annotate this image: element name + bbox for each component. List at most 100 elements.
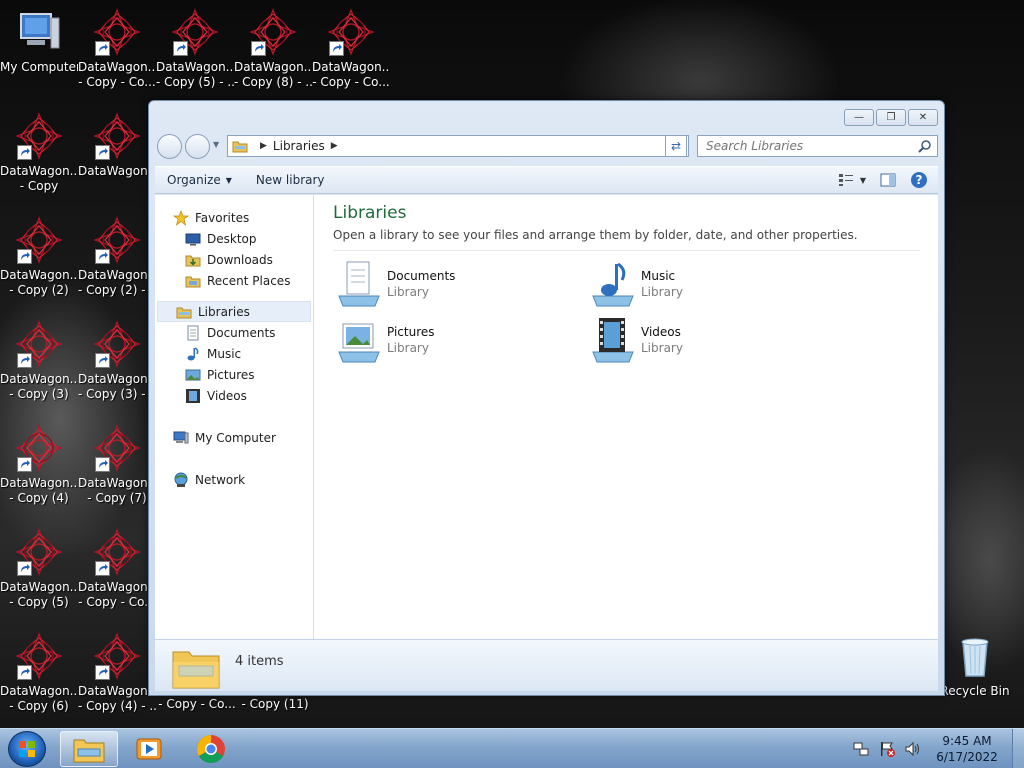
- organize-menu[interactable]: Organize ▼: [155, 173, 244, 187]
- minimize-button[interactable]: —: [844, 109, 874, 126]
- media-player-icon: [136, 738, 162, 760]
- desktop-bottom-label-1[interactable]: - Copy - Co...: [158, 697, 236, 712]
- computer-icon: [15, 8, 63, 56]
- breadcrumb-separator-icon[interactable]: ▶: [331, 141, 338, 151]
- desktop-icon-label: DataWagon....: [78, 268, 156, 282]
- desktop-icon-datawagon[interactable]: DataWagon.... - Copy (7): [78, 424, 156, 506]
- action-center-flag-icon[interactable]: [878, 740, 896, 758]
- desktop-icon-label: - Copy (8) - ...: [234, 75, 312, 89]
- taskbar-chrome-button[interactable]: [182, 731, 240, 767]
- desktop-icon-datawagon[interactable]: DataWagon.... - Copy (4) - ...: [78, 632, 156, 714]
- desktop-icon-datawagon[interactable]: DataWagon.... - Copy (5) - ...: [156, 8, 234, 90]
- documents-icon: [187, 325, 199, 340]
- chevron-down-icon: ▼: [225, 175, 232, 185]
- preview-pane-icon[interactable]: [880, 173, 896, 187]
- search-input[interactable]: [698, 136, 908, 156]
- shortcut-arrow-icon: [173, 41, 188, 56]
- nav-videos[interactable]: Videos: [155, 385, 313, 406]
- desktop-icon-datawagon[interactable]: DataWagon.... - Copy (2): [0, 216, 78, 298]
- content-pane: Libraries Open a library to see your fil…: [315, 195, 938, 639]
- nav-favorites[interactable]: Favorites: [155, 207, 313, 228]
- search-box[interactable]: [697, 135, 938, 157]
- datawagon-icon: [93, 320, 141, 368]
- desktop-icon-datawagon[interactable]: DataWagon.... - Copy (8) - ...: [234, 8, 312, 90]
- view-options-icon: [838, 174, 853, 186]
- network-status-icon[interactable]: [852, 740, 870, 758]
- pictures-library-icon: [338, 323, 380, 363]
- shortcut-arrow-icon: [95, 457, 110, 472]
- desktop-icon-label: - Copy - Co...: [78, 595, 156, 609]
- nav-recent-places[interactable]: Recent Places: [155, 270, 313, 291]
- music-library-icon: [592, 262, 634, 307]
- maximize-button[interactable]: ❐: [876, 109, 906, 126]
- volume-icon[interactable]: [904, 740, 922, 758]
- desktop-icon-datawagon[interactable]: DataWagon.... - Copy (6): [0, 632, 78, 714]
- address-bar[interactable]: ▶ Libraries ▶ ▼: [227, 135, 689, 157]
- desktop-icon: [185, 233, 201, 245]
- datawagon-icon: [93, 112, 141, 160]
- back-button[interactable]: [157, 134, 182, 159]
- nav-my-computer[interactable]: My Computer: [155, 427, 313, 448]
- nav-music[interactable]: Music: [155, 343, 313, 364]
- desktop-icon-label: DataWagon....: [0, 372, 78, 386]
- desktop-icon-label: DataWagon....: [234, 60, 312, 74]
- nav-libraries[interactable]: Libraries: [157, 301, 311, 322]
- desktop-icon-datawagon[interactable]: DataWagon.... - Copy (3): [0, 320, 78, 402]
- desktop-icon-datawagon[interactable]: DataWagon.... - Copy (4): [0, 424, 78, 506]
- taskbar-media-player-button[interactable]: [120, 731, 178, 767]
- new-library-button[interactable]: New library: [244, 173, 337, 187]
- nav-downloads[interactable]: Downloads: [155, 249, 313, 270]
- navigation-pane: Favorites Desktop Downloads Recent Place…: [155, 195, 314, 639]
- datawagon-icon: [15, 424, 63, 472]
- desktop-icon-datawagon[interactable]: DataWagon.... - Copy (5): [0, 528, 78, 610]
- refresh-button[interactable]: ⇄: [665, 135, 687, 157]
- page-description: Open a library to see your files and arr…: [333, 228, 858, 242]
- library-item-music[interactable]: Music Library: [587, 257, 817, 311]
- desktop-icon-my-computer[interactable]: My Computer: [0, 8, 78, 75]
- desktop-icon-datawagon[interactable]: DataWagon....: [78, 112, 156, 179]
- recent-pages-dropdown-icon[interactable]: ▼: [213, 140, 219, 149]
- nav-desktop[interactable]: Desktop: [155, 228, 313, 249]
- datawagon-icon: [15, 528, 63, 576]
- library-item-pictures[interactable]: Pictures Library: [333, 313, 563, 367]
- search-icon[interactable]: [918, 139, 932, 153]
- help-icon[interactable]: ?: [910, 171, 928, 189]
- desktop-icon-datawagon[interactable]: DataWagon.... - Copy - Co...: [312, 8, 390, 90]
- navigation-bar: ▼ ▶ Libraries ▶ ▼ ⇄: [157, 134, 938, 159]
- nav-documents[interactable]: Documents: [155, 322, 313, 343]
- desktop-icon-datawagon[interactable]: DataWagon.... - Copy (2) - ...: [78, 216, 156, 298]
- desktop-icon-label: DataWagon....: [0, 580, 78, 594]
- nav-pictures[interactable]: Pictures: [155, 364, 313, 385]
- taskbar-explorer-button[interactable]: [60, 731, 118, 767]
- shortcut-arrow-icon: [95, 561, 110, 576]
- desktop-icon-label: - Copy (4): [9, 491, 69, 505]
- datawagon-icon: [93, 8, 141, 56]
- library-item-documents[interactable]: Documents Library: [333, 257, 563, 311]
- desktop-icon-datawagon[interactable]: DataWagon.... - Copy - Co...: [78, 528, 156, 610]
- chevron-down-icon: ▼: [859, 175, 866, 185]
- desktop-icon-label: DataWagon....: [78, 372, 156, 386]
- start-button[interactable]: [8, 731, 46, 767]
- videos-library-icon: [592, 318, 634, 363]
- shortcut-arrow-icon: [17, 249, 32, 264]
- shortcut-arrow-icon: [95, 145, 110, 160]
- desktop-icon-label: DataWagon....: [0, 476, 78, 490]
- system-clock[interactable]: 9:45 AM 6/17/2022: [930, 733, 1004, 765]
- change-view-button[interactable]: ▼: [838, 173, 866, 187]
- show-desktop-button[interactable]: [1012, 729, 1024, 768]
- desktop-bottom-label-2[interactable]: - Copy (11): [236, 697, 314, 712]
- desktop-icon-datawagon[interactable]: DataWagon.... - Copy (3) - ...: [78, 320, 156, 402]
- recycle-bin[interactable]: Recycle Bin: [936, 632, 1014, 699]
- library-item-videos[interactable]: Videos Library: [587, 313, 817, 367]
- close-button[interactable]: ✕: [908, 109, 938, 126]
- shortcut-arrow-icon: [17, 145, 32, 160]
- nav-network[interactable]: Network: [155, 469, 313, 490]
- forward-button[interactable]: [185, 134, 210, 159]
- desktop-icon-label: DataWagon....: [312, 60, 390, 74]
- breadcrumb-libraries[interactable]: Libraries: [273, 139, 325, 153]
- taskbar: 9:45 AM 6/17/2022: [0, 728, 1024, 768]
- desktop-icon-datawagon[interactable]: DataWagon.... - Copy - Co...: [78, 8, 156, 90]
- datawagon-icon: [171, 8, 219, 56]
- desktop-icon-datawagon[interactable]: DataWagon.... - Copy: [0, 112, 78, 194]
- datawagon-icon: [15, 320, 63, 368]
